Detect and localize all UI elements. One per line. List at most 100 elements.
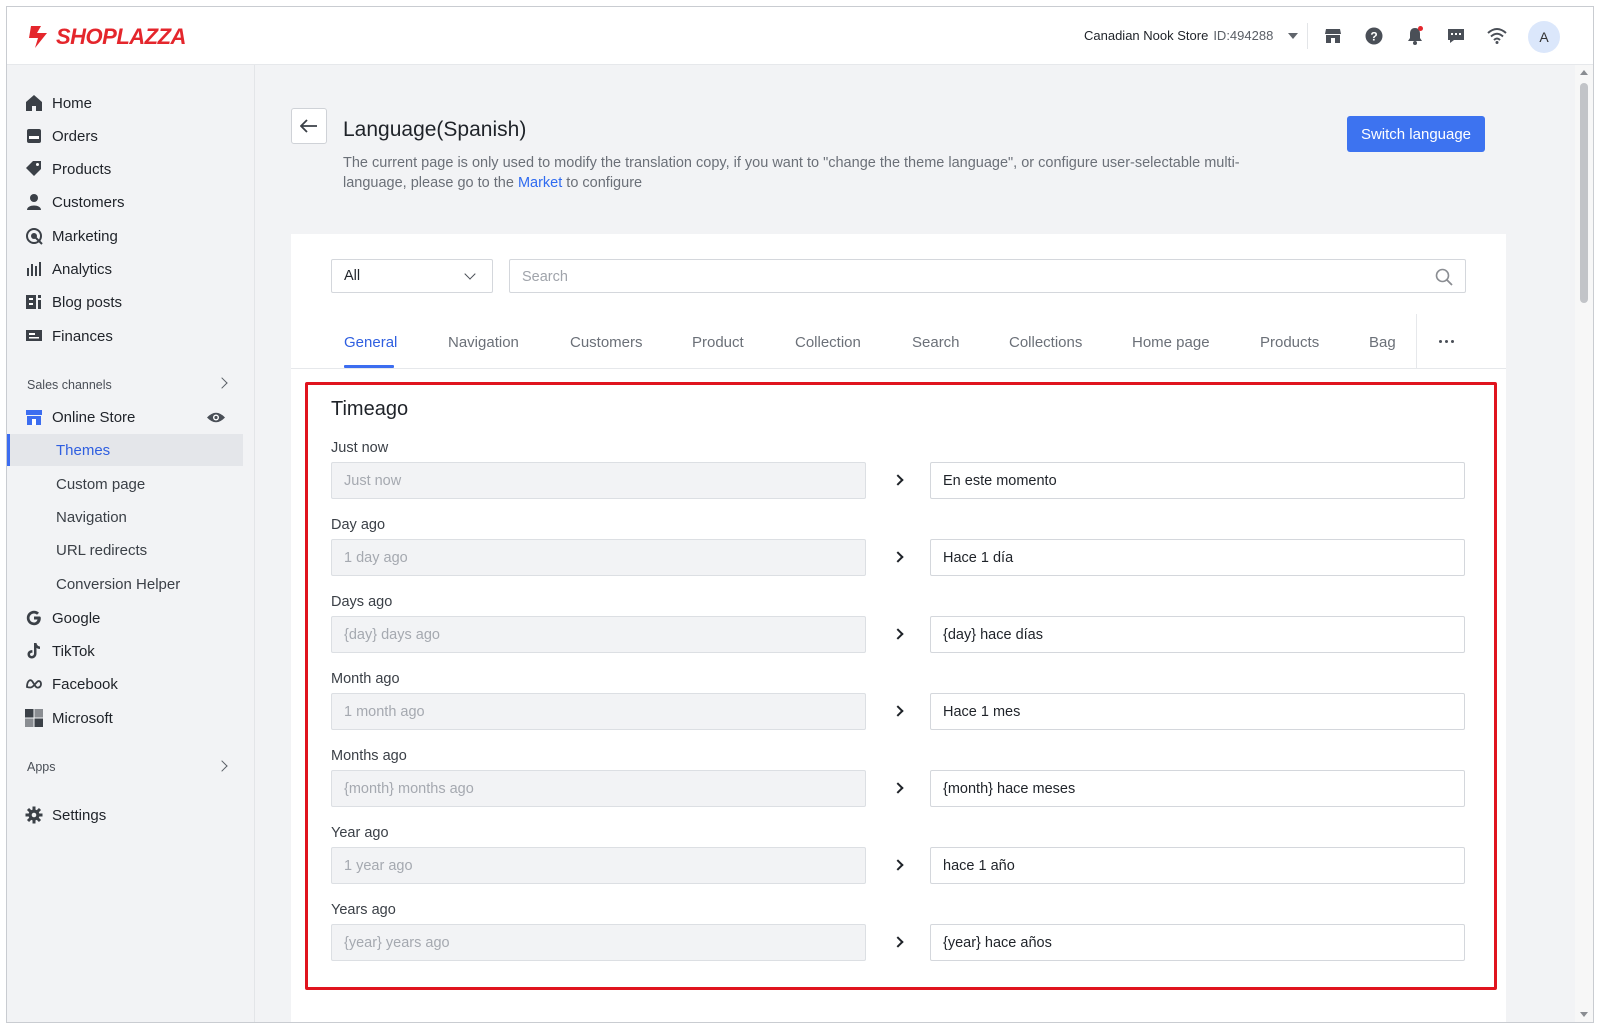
description-text-end: to configure <box>562 175 643 191</box>
apps-label: Apps <box>27 760 56 774</box>
back-button[interactable] <box>291 108 327 144</box>
sidebar-item-finances[interactable]: Finances <box>7 321 247 351</box>
sidebar-item-label: Facebook <box>52 675 118 693</box>
tab-search[interactable]: Search <box>912 334 960 351</box>
store-icon[interactable] <box>1323 26 1343 46</box>
blog-icon <box>26 295 41 309</box>
source-text: Just now <box>331 462 866 499</box>
sales-channels-label: Sales channels <box>27 378 112 392</box>
sidebar-item-label: Microsoft <box>52 709 113 727</box>
tab-navigation[interactable]: Navigation <box>448 334 519 351</box>
sidebar-item-tiktok[interactable]: TikTok <box>7 636 247 666</box>
app-window: SHOPLAZZA Canadian Nook Store ID:494288 … <box>6 6 1594 1023</box>
sidebar-item-orders[interactable]: Orders <box>7 121 247 151</box>
translation-input[interactable]: En este momento <box>930 462 1465 499</box>
scrollbar-thumb[interactable] <box>1580 83 1588 303</box>
search-box <box>509 259 1466 293</box>
sidebar-item-label: Blog posts <box>52 293 123 311</box>
sidebar-item-label: Home <box>52 94 93 112</box>
tab-bar: General Navigation Customers Product Col… <box>291 314 1506 369</box>
sidebar-item-products[interactable]: Products <box>7 154 247 184</box>
sidebar-subitem-themes[interactable]: Themes <box>7 434 243 466</box>
sidebar-item-analytics[interactable]: Analytics <box>7 254 247 284</box>
sidebar-subitem-conversion-helper[interactable]: Conversion Helper <box>7 568 243 600</box>
more-dot <box>1451 340 1454 343</box>
chevron-right-icon <box>892 705 904 717</box>
sidebar-item-google[interactable]: Google <box>7 603 247 633</box>
filter-select-value: All <box>344 268 361 284</box>
tab-product[interactable]: Product <box>692 334 744 351</box>
page-title: Language(Spanish) <box>343 118 527 141</box>
sidebar-item-label: Online Store <box>52 408 136 426</box>
wifi-icon[interactable] <box>1487 26 1507 46</box>
translation-row: Year ago 1 year ago hace 1 año <box>291 825 1506 902</box>
market-link[interactable]: Market <box>518 175 562 191</box>
chevron-right-icon <box>892 628 904 640</box>
sidebar-item-label: Customers <box>52 193 125 211</box>
translation-row: Days ago {day} days ago {day} hace días <box>291 594 1506 671</box>
sidebar-item-home[interactable]: Home <box>7 88 247 118</box>
avatar[interactable]: A <box>1528 21 1560 53</box>
sidebar-item-microsoft[interactable]: Microsoft <box>7 703 247 733</box>
chevron-right-icon[interactable] <box>216 760 228 772</box>
google-icon <box>26 610 41 626</box>
translation-input[interactable]: {day} hace días <box>930 616 1465 653</box>
sidebar-item-label: Themes <box>56 441 111 459</box>
translation-input[interactable]: hace 1 año <box>930 847 1465 884</box>
tab-general[interactable]: General <box>344 334 397 351</box>
sidebar-item-settings[interactable]: Settings <box>7 800 247 830</box>
tab-customers[interactable]: Customers <box>570 334 643 351</box>
sidebar-subitem-navigation[interactable]: Navigation <box>7 501 243 533</box>
tab-bag[interactable]: Bag <box>1369 334 1396 351</box>
tab-collections[interactable]: Collections <box>1009 334 1082 351</box>
sidebar-item-online-store[interactable]: Online Store <box>7 402 247 432</box>
sidebar-item-facebook[interactable]: Facebook <box>7 669 247 699</box>
shoplazza-logo[interactable]: SHOPLAZZA <box>27 24 186 50</box>
sidebar-item-blog-posts[interactable]: Blog posts <box>7 287 247 317</box>
sidebar-subitem-url-redirects[interactable]: URL redirects <box>7 534 243 566</box>
translation-row: Just now Just now En este momento <box>291 440 1506 517</box>
eye-icon[interactable] <box>206 411 226 424</box>
sidebar-subitem-custom-page[interactable]: Custom page <box>7 468 243 500</box>
row-label: Days ago <box>331 594 393 610</box>
scroll-up-icon[interactable] <box>1580 70 1588 75</box>
tab-products[interactable]: Products <box>1260 334 1319 351</box>
sidebar-item-label: Google <box>52 609 101 627</box>
tab-home-page[interactable]: Home page <box>1132 334 1210 351</box>
bell-icon[interactable] <box>1405 26 1425 46</box>
translation-input[interactable]: {year} hace años <box>930 924 1465 961</box>
chat-icon[interactable] <box>1446 26 1466 46</box>
sidebar-item-label: Custom page <box>56 475 146 493</box>
sidebar-item-label: Analytics <box>52 260 113 278</box>
top-bar: SHOPLAZZA Canadian Nook Store ID:494288 … <box>7 7 1593 65</box>
sidebar-item-label: Settings <box>52 806 107 824</box>
chevron-right-icon[interactable] <box>216 377 228 389</box>
translation-input[interactable]: Hace 1 mes <box>930 693 1465 730</box>
row-label: Day ago <box>331 517 386 533</box>
arrow-left-icon <box>300 119 317 133</box>
more-tabs-button[interactable] <box>1416 314 1476 369</box>
store-switcher[interactable]: Canadian Nook Store ID:494288 <box>1084 28 1299 43</box>
finances-icon <box>26 330 42 341</box>
sidebar-item-customers[interactable]: Customers <box>7 187 247 217</box>
scroll-down-icon[interactable] <box>1580 1012 1588 1017</box>
source-text: 1 year ago <box>331 847 866 884</box>
sidebar-item-label: Orders <box>52 127 98 145</box>
search-input[interactable] <box>522 266 1402 288</box>
sidebar: Home Orders Products Customers Marketing… <box>7 65 255 1022</box>
scrollbar[interactable] <box>1575 65 1593 1022</box>
active-tab-indicator <box>344 365 394 368</box>
filter-select[interactable]: All <box>331 259 493 293</box>
store-name: Canadian Nook Store <box>1084 28 1209 43</box>
logo-text: SHOPLAZZA <box>56 24 186 49</box>
help-icon[interactable]: ? <box>1364 26 1384 46</box>
translation-input[interactable]: Hace 1 día <box>930 539 1465 576</box>
switch-language-button[interactable]: Switch language <box>1347 116 1485 152</box>
source-text: 1 day ago <box>331 539 866 576</box>
search-icon[interactable] <box>1435 268 1453 286</box>
translation-card: All General Navigation Customers Product… <box>291 234 1506 1022</box>
translation-input[interactable]: {month} hace meses <box>930 770 1465 807</box>
more-dot <box>1445 340 1448 343</box>
sidebar-item-marketing[interactable]: Marketing <box>7 221 247 251</box>
tab-collection[interactable]: Collection <box>795 334 861 351</box>
